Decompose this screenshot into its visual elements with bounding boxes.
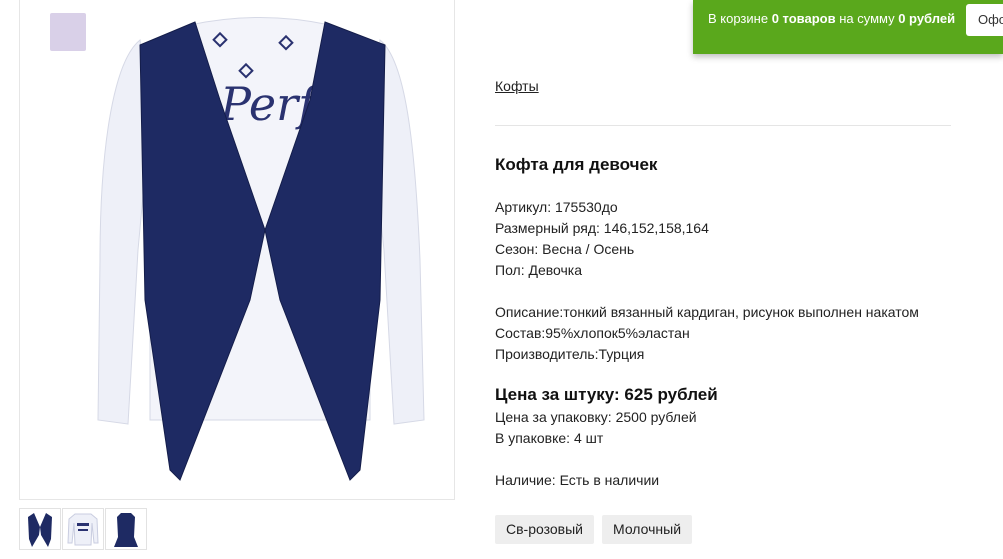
product-photo: Perfe — [97, 17, 425, 481]
thumbnail-strip — [19, 508, 148, 550]
thumbnail-shirt[interactable] — [62, 508, 104, 550]
product-manufacturer: Производитель:Турция — [495, 346, 645, 362]
divider — [495, 125, 951, 126]
color-option-milk[interactable]: Молочный — [602, 515, 693, 544]
brand-logo — [50, 13, 86, 51]
price-per-pack: Цена за упаковку: 2500 рублей — [495, 409, 697, 425]
breadcrumb-category-link[interactable]: Кофты — [495, 78, 539, 94]
pack-quantity: В упаковке: 4 шт — [495, 430, 604, 446]
product-sizes: Размерный ряд: 146,152,158,164 — [495, 220, 709, 236]
product-gender: Пол: Девочка — [495, 262, 583, 278]
cart-summary-bar: В корзине 0 товаров на сумму 0 рублей Оф… — [693, 0, 1003, 54]
checkout-button[interactable]: Офо — [966, 4, 1003, 36]
thumbnail-vest-front[interactable] — [19, 508, 61, 550]
product-title: Кофта для девочек — [495, 155, 658, 174]
product-main-image[interactable]: Perfe — [19, 0, 455, 500]
cart-summary-text: В корзине 0 товаров на сумму 0 рублей — [708, 11, 956, 26]
product-composition: Состав:95%хлопок5%эластан — [495, 325, 690, 341]
color-options: Св-розовый Молочный — [495, 515, 693, 544]
thumbnail-vest-side[interactable] — [105, 508, 147, 550]
color-option-pink[interactable]: Св-розовый — [495, 515, 594, 544]
product-article: Артикул: 175530до — [495, 199, 618, 215]
product-season: Сезон: Весна / Осень — [495, 241, 635, 257]
price-per-unit: Цена за штуку: 625 рублей — [495, 385, 718, 404]
availability-status: Наличие: Есть в наличии — [495, 472, 660, 488]
product-description: Описание:тонкий вязанный кардиган, рисун… — [495, 304, 919, 320]
